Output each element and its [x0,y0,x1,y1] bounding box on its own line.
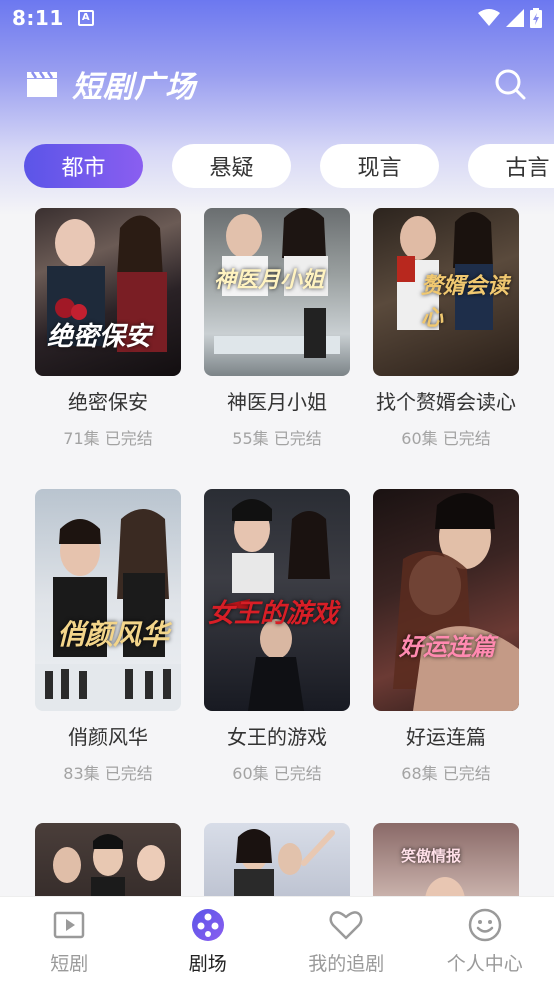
app-header: 短剧广场 [0,56,554,112]
drama-poster[interactable] [35,823,181,896]
poster-title-text: 赘婿会读心 [421,274,510,331]
drama-episodes: 68集 已完结 [401,764,491,783]
poster-art [35,509,181,711]
tab-xuanyi[interactable]: 悬疑 [172,144,291,188]
heart-icon [329,910,363,939]
nav-label: 个人中心 [446,952,523,975]
drama-title: 神医月小姐 [227,390,327,414]
poster-title-text: 女王的游戏 [208,599,339,629]
drama-poster[interactable]: 赘婿会读心 [373,208,519,376]
nav-label: 短剧 [50,952,89,975]
drama-card[interactable]: 神医月小姐 神医月小姐 55集 已完结 [204,208,350,449]
drama-card[interactable]: 赘婿会读心 找个赘婿会读心 60集 已完结 [373,208,519,449]
smile-icon [468,908,501,941]
tab-dushi[interactable]: 都市 [24,144,143,188]
drama-card[interactable]: 笑傲情报 [373,823,519,896]
drama-card[interactable]: 好运连篇 好运连篇 68集 已完结 [373,489,519,784]
drama-poster[interactable]: 笑傲情报 [373,823,519,896]
drama-title: 找个赘婿会读心 [376,390,516,414]
poster-title-text: 神医月小姐 [214,268,325,293]
drama-poster[interactable]: 女王的游戏 [204,489,350,711]
drama-title: 绝密保安 [68,390,148,414]
poster-title-text: 俏颜风华 [57,618,170,651]
nav-gerenzhongxin[interactable]: 个人中心 [416,897,554,985]
poster-title-text: 绝密保安 [47,322,152,352]
drama-title: 女王的游戏 [227,725,327,749]
drama-poster[interactable]: 俏颜风华 [35,489,181,711]
poster-title-text: 好运连篇 [399,633,495,661]
drama-card[interactable]: 俏颜风华 俏颜风华 83集 已完结 [35,489,181,784]
poster-art [234,829,335,896]
status-icons [478,8,542,28]
drama-card[interactable]: 绝密保安 绝密保安 71集 已完结 [35,208,181,449]
drama-poster[interactable] [204,823,350,896]
clapperboard-icon [27,71,57,97]
nav-duanju[interactable]: 短剧 [0,897,139,985]
wifi-icon [478,9,500,26]
drama-episodes: 60集 已完结 [232,764,322,783]
drama-poster[interactable]: 神医月小姐 [204,208,350,376]
theater-icon [191,908,224,941]
category-tabs: 都市 悬疑 现言 古言 [24,144,554,189]
drama-title: 俏颜风华 [68,725,148,749]
drama-episodes: 60集 已完结 [401,429,491,448]
bottom-navigation: 短剧 剧场 我的追剧 个人中心 [0,896,554,985]
drama-episodes: 83集 已完结 [63,764,153,783]
play-icon [54,911,85,938]
status-bar: 8:11 A [0,0,554,36]
drama-poster[interactable]: 好运连篇 [373,489,519,711]
battery-icon [530,8,542,28]
notification-a-icon: A [77,10,94,26]
nav-wodezhuiju[interactable]: 我的追剧 [277,897,416,985]
drama-episodes: 71集 已完结 [63,429,153,448]
signal-icon [506,9,524,27]
tab-xianyan[interactable]: 现言 [320,144,439,188]
poster-art [393,493,519,711]
drama-title: 好运连篇 [406,725,486,749]
nav-label: 我的追剧 [308,952,385,975]
drama-poster[interactable]: 绝密保安 [35,208,181,376]
page-title: 短剧广场 [72,70,196,105]
status-time: 8:11 [12,6,64,30]
search-icon[interactable] [492,66,528,102]
drama-card[interactable]: 女王的游戏 女王的游戏 60集 已完结 [204,489,350,784]
tab-guyan[interactable]: 古言 [468,144,554,188]
drama-episodes: 55集 已完结 [232,429,322,448]
nav-juchang[interactable]: 剧场 [139,897,278,985]
poster-art [425,877,465,896]
drama-grid: 绝密保安 绝密保安 71集 已完结 神医月小姐 神医月小姐 55集 已完结 赘婿… [35,208,519,896]
drama-card[interactable] [204,823,350,896]
poster-art [53,834,165,896]
drama-card[interactable] [35,823,181,896]
nav-label: 剧场 [188,952,227,975]
